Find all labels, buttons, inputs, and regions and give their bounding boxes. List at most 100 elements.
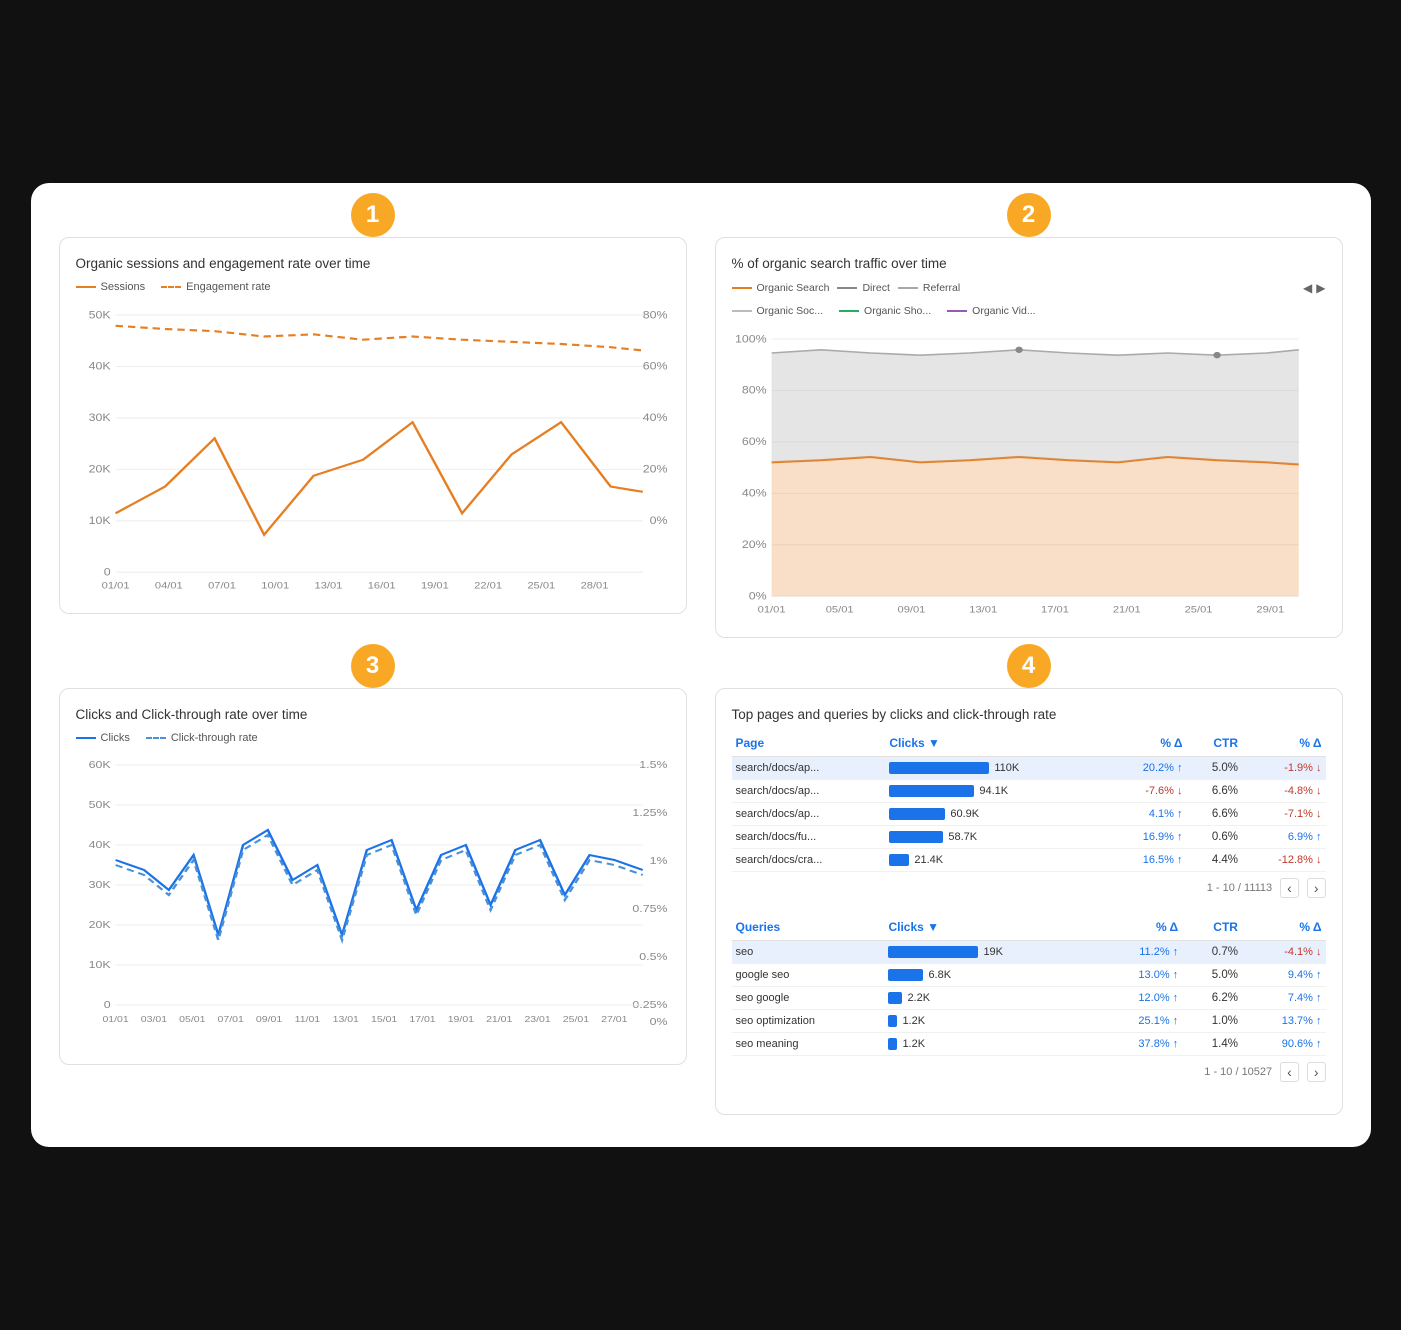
table-row: seo meaning 1.2K 37.8% 1.4% 90.6%	[732, 1033, 1326, 1056]
org-soc-label: Organic Soc...	[757, 305, 824, 317]
delta-cell: 16.5%	[1109, 849, 1186, 872]
legend-ctr: Click-through rate	[146, 732, 258, 744]
svg-text:1%: 1%	[649, 856, 667, 867]
next-arrow[interactable]: ▶	[1316, 281, 1325, 295]
svg-text:10K: 10K	[88, 960, 111, 971]
pages-table-header: Page Clicks ▼ % Δ CTR % Δ	[732, 732, 1326, 757]
ctr-delta-cell: -1.9%	[1242, 757, 1325, 780]
ctr-cell: 5.0%	[1187, 757, 1243, 780]
queries-next-btn[interactable]: ›	[1307, 1062, 1326, 1082]
svg-text:0: 0	[103, 1000, 110, 1011]
card3: Clicks and Click-through rate over time …	[59, 688, 687, 1065]
chart1-svg: 50K 40K 30K 20K 10K 0 80% 60% 40% 20% 0%	[76, 299, 670, 599]
pages-next-btn[interactable]: ›	[1307, 878, 1326, 898]
th-clicks[interactable]: Clicks ▼	[885, 732, 1109, 757]
svg-text:25/01: 25/01	[1184, 605, 1212, 615]
card4-wrapper: 4 Top pages and queries by clicks and cl…	[715, 666, 1343, 1115]
card1-wrapper: 1 Organic sessions and engagement rate o…	[59, 215, 687, 638]
svg-text:01/01: 01/01	[101, 581, 129, 591]
badge-4: 4	[1007, 644, 1051, 688]
card4-title: Top pages and queries by clicks and clic…	[732, 707, 1326, 722]
svg-text:1.5%: 1.5%	[639, 760, 667, 771]
ctr-label: Click-through rate	[171, 732, 258, 744]
page-cell: search/docs/cra...	[732, 849, 886, 872]
page-cell: search/docs/ap...	[732, 803, 886, 826]
organic-search-icon	[732, 287, 752, 289]
q-ctr-delta-cell: 13.7%	[1242, 1010, 1326, 1033]
pages-table: Page Clicks ▼ % Δ CTR % Δ search/docs/ap…	[732, 732, 1326, 872]
th-page: Page	[732, 732, 886, 757]
ctr-cell: 4.4%	[1187, 849, 1243, 872]
svg-text:22/01: 22/01	[474, 581, 502, 591]
query-cell: google seo	[732, 964, 885, 987]
card3-title: Clicks and Click-through rate over time	[76, 707, 670, 722]
grid: 1 Organic sessions and engagement rate o…	[59, 215, 1343, 1115]
svg-text:01/01: 01/01	[757, 605, 785, 615]
svg-text:1.25%: 1.25%	[632, 808, 667, 819]
q-ctr-delta-cell: 9.4%	[1242, 964, 1326, 987]
svg-text:0: 0	[103, 567, 110, 578]
referral-label: Referral	[923, 282, 960, 294]
svg-text:80%: 80%	[741, 385, 766, 396]
svg-text:17/01: 17/01	[409, 1015, 435, 1025]
q-delta-cell: 37.8%	[1099, 1033, 1182, 1056]
table-row: search/docs/ap... 60.9K 4.1% 6.6% -7.1%	[732, 803, 1326, 826]
delta-cell: -7.6%	[1109, 780, 1186, 803]
th-ctr: CTR	[1187, 732, 1243, 757]
svg-text:05/01: 05/01	[825, 605, 853, 615]
svg-text:20K: 20K	[88, 920, 111, 931]
svg-text:28/01: 28/01	[580, 581, 608, 591]
svg-text:100%: 100%	[735, 334, 767, 345]
ctr-cell: 6.6%	[1187, 803, 1243, 826]
svg-text:04/01: 04/01	[154, 581, 182, 591]
svg-text:40K: 40K	[88, 840, 111, 851]
q-ctr-cell: 1.4%	[1182, 1033, 1242, 1056]
query-cell: seo google	[732, 987, 885, 1010]
svg-text:03/01: 03/01	[140, 1015, 166, 1025]
badge-2: 2	[1007, 193, 1051, 237]
delta-cell: 16.9%	[1109, 826, 1186, 849]
org-vid-icon	[947, 310, 967, 312]
ctr-cell: 0.6%	[1187, 826, 1243, 849]
svg-text:40K: 40K	[88, 361, 110, 372]
queries-table: Queries Clicks ▼ % Δ CTR % Δ seo 19K	[732, 916, 1326, 1056]
svg-text:0%: 0%	[649, 516, 667, 527]
th-q-clicks[interactable]: Clicks ▼	[884, 916, 1098, 941]
q-delta-cell: 11.2%	[1099, 941, 1182, 964]
queries-pagination: 1 - 10 / 10527 ‹ ›	[732, 1062, 1326, 1082]
card4: Top pages and queries by clicks and clic…	[715, 688, 1343, 1115]
clicks-label: Clicks	[101, 732, 130, 744]
prev-arrow[interactable]: ◀	[1303, 281, 1312, 295]
svg-text:29/01: 29/01	[1256, 605, 1284, 615]
svg-text:19/01: 19/01	[420, 581, 448, 591]
dashboard: 1 Organic sessions and engagement rate o…	[31, 183, 1371, 1147]
q-ctr-delta-cell: 7.4%	[1242, 987, 1326, 1010]
badge-1: 1	[351, 193, 395, 237]
th-q-ctr: CTR	[1182, 916, 1242, 941]
pages-prev-btn[interactable]: ‹	[1280, 878, 1299, 898]
direct-icon	[837, 287, 857, 289]
chart3-svg: 60K 50K 40K 30K 20K 10K 0 1.5% 1.25% 1% …	[76, 750, 670, 1050]
svg-text:30K: 30K	[88, 413, 110, 424]
ctr-cell: 6.6%	[1187, 780, 1243, 803]
legend-direct: Direct	[837, 281, 889, 295]
svg-text:25/01: 25/01	[527, 581, 555, 591]
org-sho-icon	[839, 310, 859, 312]
query-cell: seo optimization	[732, 1010, 885, 1033]
organic-search-label: Organic Search	[757, 282, 830, 294]
query-cell: seo	[732, 941, 885, 964]
delta-cell: 20.2%	[1109, 757, 1186, 780]
svg-text:10/01: 10/01	[261, 581, 289, 591]
legend-org-soc: Organic Soc...	[732, 305, 824, 317]
direct-label: Direct	[862, 282, 889, 294]
q-delta-cell: 13.0%	[1099, 964, 1182, 987]
delta-cell: 4.1%	[1109, 803, 1186, 826]
svg-text:13/01: 13/01	[969, 605, 997, 615]
q-clicks-bar-cell: 1.2K	[884, 1033, 1098, 1056]
table-row: search/docs/ap... 94.1K -7.6% 6.6% -4.8%	[732, 780, 1326, 803]
card2-chart: 100% 80% 60% 40% 20% 0%	[732, 323, 1326, 623]
table-row: search/docs/cra... 21.4K 16.5% 4.4% -12.…	[732, 849, 1326, 872]
nav-arrows[interactable]: ◀ ▶	[1303, 281, 1325, 295]
queries-prev-btn[interactable]: ‹	[1280, 1062, 1299, 1082]
q-delta-cell: 25.1%	[1099, 1010, 1182, 1033]
